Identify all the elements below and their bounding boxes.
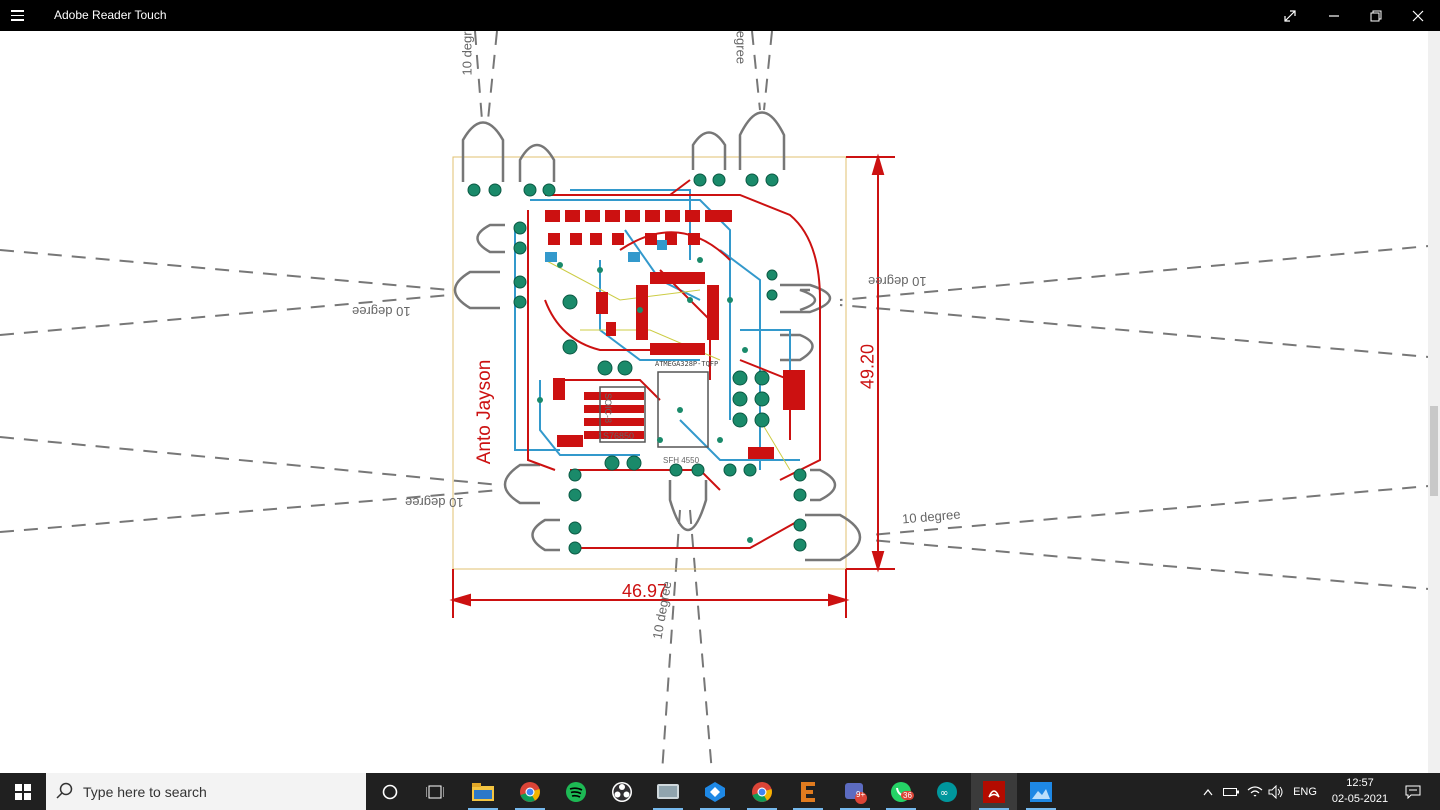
part-label: 1S76850 [598, 431, 635, 441]
search-placeholder: Type here to search [83, 784, 207, 800]
height-dimension: 49.20 [857, 343, 878, 390]
sensor-label-bottom: SFH 4550 [663, 456, 700, 465]
taskbar: Type here to search 9+ 36 ∞ ENG 12:57 02… [0, 773, 1440, 810]
eagle-icon[interactable] [785, 773, 831, 810]
search-icon [56, 782, 73, 799]
svg-text:∞: ∞ [940, 788, 948, 799]
document-view[interactable]: Anto Jayson 46.97 49.20 10 degree 10 deg… [0, 31, 1440, 773]
whatsapp-badge: 36 [901, 791, 914, 800]
language-indicator[interactable]: ENG [1290, 773, 1320, 810]
close-button[interactable] [1396, 0, 1440, 31]
notification-icon[interactable] [1398, 773, 1428, 810]
vertical-scrollbar[interactable] [1428, 31, 1440, 773]
windows-start-icon[interactable] [0, 773, 46, 810]
clock[interactable]: 12:57 02-05-2021 [1318, 775, 1402, 807]
clock-date: 02-05-2021 [1331, 793, 1389, 805]
chrome-profile-icon[interactable] [739, 773, 785, 810]
photos-icon[interactable] [1018, 773, 1064, 810]
hamburger-menu-icon[interactable] [11, 7, 33, 25]
ic-label: SOIC-8 [603, 392, 614, 424]
spotify-icon[interactable] [553, 773, 599, 810]
wifi-icon[interactable] [1245, 773, 1265, 810]
file-explorer-icon[interactable] [460, 773, 506, 810]
chrome-apps-icon[interactable]: 9+ [832, 773, 878, 810]
restore-button[interactable] [1354, 0, 1398, 31]
window-title: Adobe Reader Touch [54, 8, 167, 22]
pcb-drawing [0, 31, 1440, 773]
chip-label: ATMEGA328P-TQFP [655, 360, 719, 368]
arduino-icon[interactable]: ∞ [924, 773, 970, 810]
obs-icon[interactable] [599, 773, 645, 810]
clock-time: 12:57 [1346, 777, 1374, 789]
title-bar: Adobe Reader Touch [0, 0, 1440, 31]
whatsapp-icon[interactable]: 36 [878, 773, 924, 810]
angle-label-left-upper: 10 degree [352, 304, 411, 319]
fullscreen-icon[interactable] [1268, 0, 1312, 31]
chrome-icon[interactable] [507, 773, 553, 810]
angle-label-right-upper: 10 degree [868, 274, 927, 289]
scroll-thumb[interactable] [1430, 406, 1438, 496]
network-app-icon[interactable] [692, 773, 738, 810]
angle-label-left-lower: 10 degree [405, 495, 464, 510]
volume-icon[interactable] [1266, 773, 1286, 810]
angle-label-top-left: 10 degree [459, 31, 475, 76]
adobe-reader-icon[interactable] [971, 773, 1017, 810]
battery-icon[interactable] [1221, 773, 1241, 810]
task-view-icon[interactable] [412, 773, 458, 810]
snipping-tool-icon[interactable] [645, 773, 691, 810]
minimize-button[interactable] [1312, 0, 1356, 31]
chrome-badge: 9+ [856, 790, 866, 799]
angle-label-top-right: 10 degree [733, 31, 749, 65]
cortana-icon[interactable] [367, 773, 413, 810]
taskbar-search-box[interactable]: Type here to search [46, 773, 366, 810]
author-label: Anto Jayson [474, 359, 495, 465]
chevron-up-icon[interactable] [1198, 773, 1218, 810]
